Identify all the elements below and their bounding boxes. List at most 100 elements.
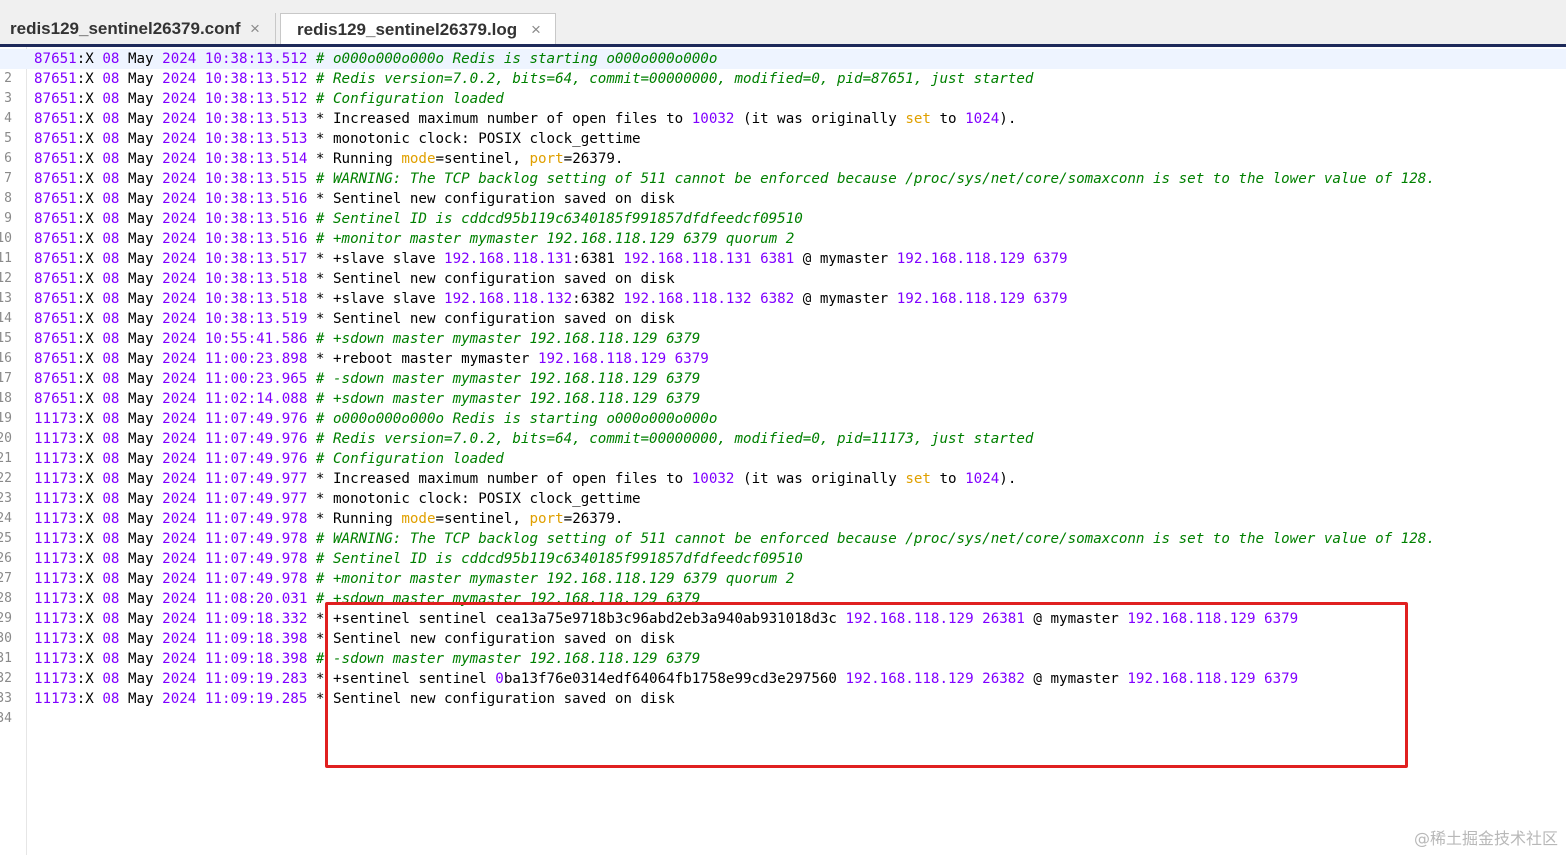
log-level-mark: #	[307, 371, 333, 387]
log-year: 2024	[162, 91, 197, 107]
log-pid: 11173	[34, 531, 77, 547]
log-space	[196, 291, 205, 307]
log-line: 11173:X 08 May 2024 11:07:49.977 * monot…	[34, 489, 641, 509]
log-year: 2024	[162, 471, 197, 487]
log-message-part: 1024	[965, 111, 1000, 127]
log-space	[196, 191, 205, 207]
log-pid: 87651	[34, 171, 77, 187]
log-time: 11:07:49.978	[204, 511, 308, 527]
log-month: May	[119, 211, 163, 227]
log-pid: 11173	[34, 651, 77, 667]
log-message-part: to	[930, 471, 966, 487]
log-year: 2024	[162, 511, 197, 527]
log-day: 08	[102, 131, 120, 147]
log-time: 10:38:13.513	[204, 111, 308, 127]
tab-label: redis129_sentinel26379.log	[297, 20, 518, 39]
log-line: 87651:X 08 May 2024 10:38:13.516 * Senti…	[34, 189, 675, 209]
log-line: 11173:X 08 May 2024 11:07:49.978 # WARNI…	[34, 529, 1435, 549]
log-role: :X	[76, 491, 103, 507]
log-day: 08	[102, 191, 120, 207]
log-pid: 11173	[34, 671, 77, 687]
line-number: 28	[0, 591, 12, 606]
tab-log-file[interactable]: redis129_sentinel26379.log ×	[280, 13, 556, 44]
log-year: 2024	[162, 691, 197, 707]
log-time: 10:38:13.515	[204, 171, 308, 187]
log-space	[196, 631, 205, 647]
log-level-mark: #	[307, 171, 333, 187]
log-message-part: it was originally	[751, 111, 906, 127]
close-icon[interactable]: ×	[531, 20, 541, 40]
log-role: :X	[76, 191, 103, 207]
log-day: 08	[102, 591, 120, 607]
line-number: 9	[4, 211, 12, 226]
log-message-part: to	[930, 111, 966, 127]
log-message-part: :6381	[572, 251, 624, 267]
log-message-part: it was originally	[751, 471, 906, 487]
log-message-part: +monitor master mymaster 192.168.118.129…	[333, 571, 795, 587]
log-level-mark: #	[307, 431, 333, 447]
log-message-part: +slave slave	[333, 291, 445, 307]
log-year: 2024	[162, 111, 197, 127]
log-space	[196, 551, 205, 567]
log-message-part: set	[905, 111, 931, 127]
log-year: 2024	[162, 131, 197, 147]
log-message-part: o000o000o000o Redis is starting o000o000…	[333, 51, 718, 67]
log-pid: 87651	[34, 131, 77, 147]
log-message-part: 1024	[965, 471, 1000, 487]
log-role: :X	[76, 331, 103, 347]
log-role: :X	[76, 551, 103, 567]
log-message-part: Redis version=7.0.2, bits=64, commit=000…	[333, 431, 1034, 447]
log-role: :X	[76, 511, 103, 527]
log-month: May	[119, 671, 163, 687]
log-month: May	[119, 51, 163, 67]
log-message-part: 192.168.118.129 6379	[538, 351, 709, 367]
log-message-part: monotonic clock: POSIX clock_gettime	[333, 491, 641, 507]
tab-conf-file[interactable]: redis129_sentinel26379.conf ×	[0, 13, 276, 44]
line-number: 22	[0, 471, 12, 486]
log-day: 08	[102, 91, 120, 107]
log-role: :X	[76, 51, 103, 67]
log-month: May	[119, 531, 163, 547]
log-line: 11173:X 08 May 2024 11:07:49.978 # Senti…	[34, 549, 803, 569]
log-role: :X	[76, 91, 103, 107]
log-pid: 11173	[34, 491, 77, 507]
log-level-mark: #	[307, 51, 333, 67]
log-month: May	[119, 651, 163, 667]
log-day: 08	[102, 451, 120, 467]
log-year: 2024	[162, 51, 197, 67]
log-role: :X	[76, 271, 103, 287]
log-message-part: Sentinel new configuration saved on disk	[333, 271, 675, 287]
log-role: :X	[76, 151, 103, 167]
log-line: 11173:X 08 May 2024 11:07:49.976 # Redis…	[34, 429, 1033, 449]
log-message-part: 10032	[691, 471, 735, 487]
log-space	[196, 171, 205, 187]
log-day: 08	[102, 351, 120, 367]
log-space	[196, 231, 205, 247]
log-month: May	[119, 571, 163, 587]
log-pid: 87651	[34, 191, 77, 207]
close-icon[interactable]: ×	[250, 19, 260, 39]
log-year: 2024	[162, 171, 197, 187]
log-message-part: +sdown master mymaster 192.168.118.129 6…	[333, 331, 701, 347]
log-day: 08	[102, 171, 120, 187]
log-year: 2024	[162, 271, 197, 287]
log-space	[196, 311, 205, 327]
log-day: 08	[102, 211, 120, 227]
log-day: 08	[102, 291, 120, 307]
log-line: 87651:X 08 May 2024 10:38:13.518 * Senti…	[34, 269, 675, 289]
log-pid: 11173	[34, 591, 77, 607]
log-space	[196, 251, 205, 267]
log-time: 10:38:13.512	[204, 51, 308, 67]
log-space	[196, 411, 205, 427]
log-pid: 11173	[34, 431, 77, 447]
log-message-part: 192.168.118.131	[444, 251, 573, 267]
log-role: :X	[76, 631, 103, 647]
log-line: 87651:X 08 May 2024 10:38:13.517 * +slav…	[34, 249, 1068, 269]
log-line: 11173:X 08 May 2024 11:07:49.976 # o000o…	[34, 409, 717, 429]
log-time: 10:38:13.513	[204, 131, 308, 147]
tab-label: redis129_sentinel26379.conf	[10, 19, 241, 38]
line-number: 19	[0, 411, 12, 426]
log-level-mark: #	[307, 571, 333, 587]
log-role: :X	[76, 671, 103, 687]
log-line: 87651:X 08 May 2024 11:02:14.088 # +sdow…	[34, 389, 700, 409]
